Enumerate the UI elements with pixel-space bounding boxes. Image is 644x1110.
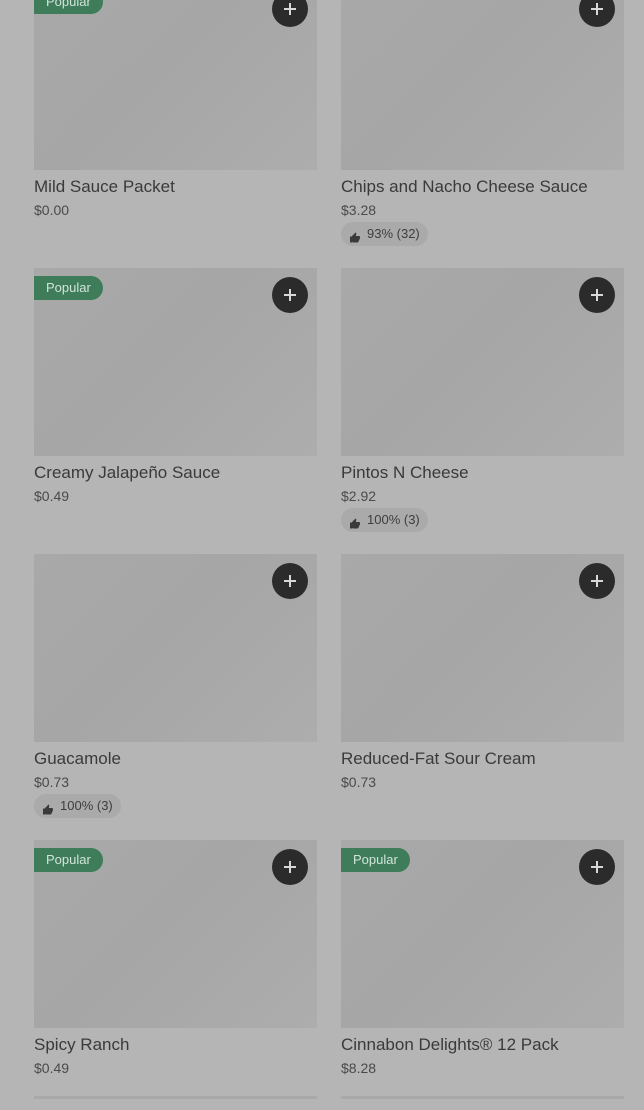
popular-badge: Popular [34,276,103,300]
menu-item-card[interactable]: Guacamole $0.73 100% (3) [34,554,317,824]
add-to-cart-button[interactable] [579,277,615,313]
item-name[interactable]: Chips and Nacho Cheese Sauce [341,177,588,197]
rating-chip: 93% (32) [341,222,428,246]
item-name[interactable]: Cinnabon Delights® 12 Pack [341,1035,559,1055]
add-to-cart-button[interactable] [272,0,308,27]
item-image[interactable]: Popular [341,840,624,1028]
item-name[interactable]: Spicy Ranch [34,1035,129,1055]
item-image[interactable] [341,268,624,456]
item-name[interactable]: Reduced-Fat Sour Cream [341,749,536,769]
menu-item-card[interactable]: Popular Creamy Jalapeño Sauce $0.49 [34,268,317,538]
item-price: $2.92 [341,488,377,504]
thumbs-up-icon [349,228,361,243]
rating-text: 93% (32) [367,226,420,241]
item-image[interactable] [341,554,624,742]
item-price: $0.00 [34,202,70,218]
rating-chip: 100% (3) [34,794,121,818]
item-image[interactable]: Popular [34,268,317,456]
menu-item-card[interactable]: Popular Spicy Ranch $0.49 [34,840,317,1110]
menu-item-card[interactable]: Popular Cinnabon Delights® 12 Pack $8.28 [341,840,624,1110]
menu-item-card[interactable]: Chips and Nacho Cheese Sauce $3.28 93% (32… [341,0,624,252]
add-to-cart-button[interactable] [579,563,615,599]
add-to-cart-button[interactable] [272,849,308,885]
popular-badge: Popular [341,848,410,872]
item-image[interactable]: Popular [34,0,317,170]
item-price: $0.49 [34,488,70,504]
add-to-cart-button[interactable] [579,0,615,27]
popular-badge: Popular [34,848,103,872]
thumbs-up-icon [42,800,54,815]
item-image[interactable] [34,554,317,742]
item-price: $0.49 [34,1060,70,1076]
menu-item-card[interactable]: Popular Mild Sauce Packet $0.00 [34,0,317,252]
item-image[interactable]: Popular [34,840,317,1028]
rating-chip: 100% (3) [341,508,428,532]
item-price: $0.73 [341,774,377,790]
item-name[interactable]: Mild Sauce Packet [34,177,175,197]
popular-badge: Popular [34,0,103,14]
add-to-cart-button[interactable] [579,849,615,885]
item-price: $8.28 [341,1060,377,1076]
rating-text: 100% (3) [60,798,113,813]
thumbs-up-icon [349,514,361,529]
item-image[interactable] [341,0,624,170]
item-name[interactable]: Guacamole [34,749,121,769]
add-to-cart-button[interactable] [272,277,308,313]
item-price: $3.28 [341,202,377,218]
menu-item-grid: Popular Mild Sauce Packet $0.00 Chips and N… [0,0,644,1099]
rating-text: 100% (3) [367,512,420,527]
item-name[interactable]: Pintos N Cheese [341,463,469,483]
item-name[interactable]: Creamy Jalapeño Sauce [34,463,220,483]
menu-item-card[interactable]: Pintos N Cheese $2.92 100% (3) [341,268,624,538]
menu-item-card[interactable]: Reduced-Fat Sour Cream $0.73 [341,554,624,824]
item-price: $0.73 [34,774,70,790]
add-to-cart-button[interactable] [272,563,308,599]
